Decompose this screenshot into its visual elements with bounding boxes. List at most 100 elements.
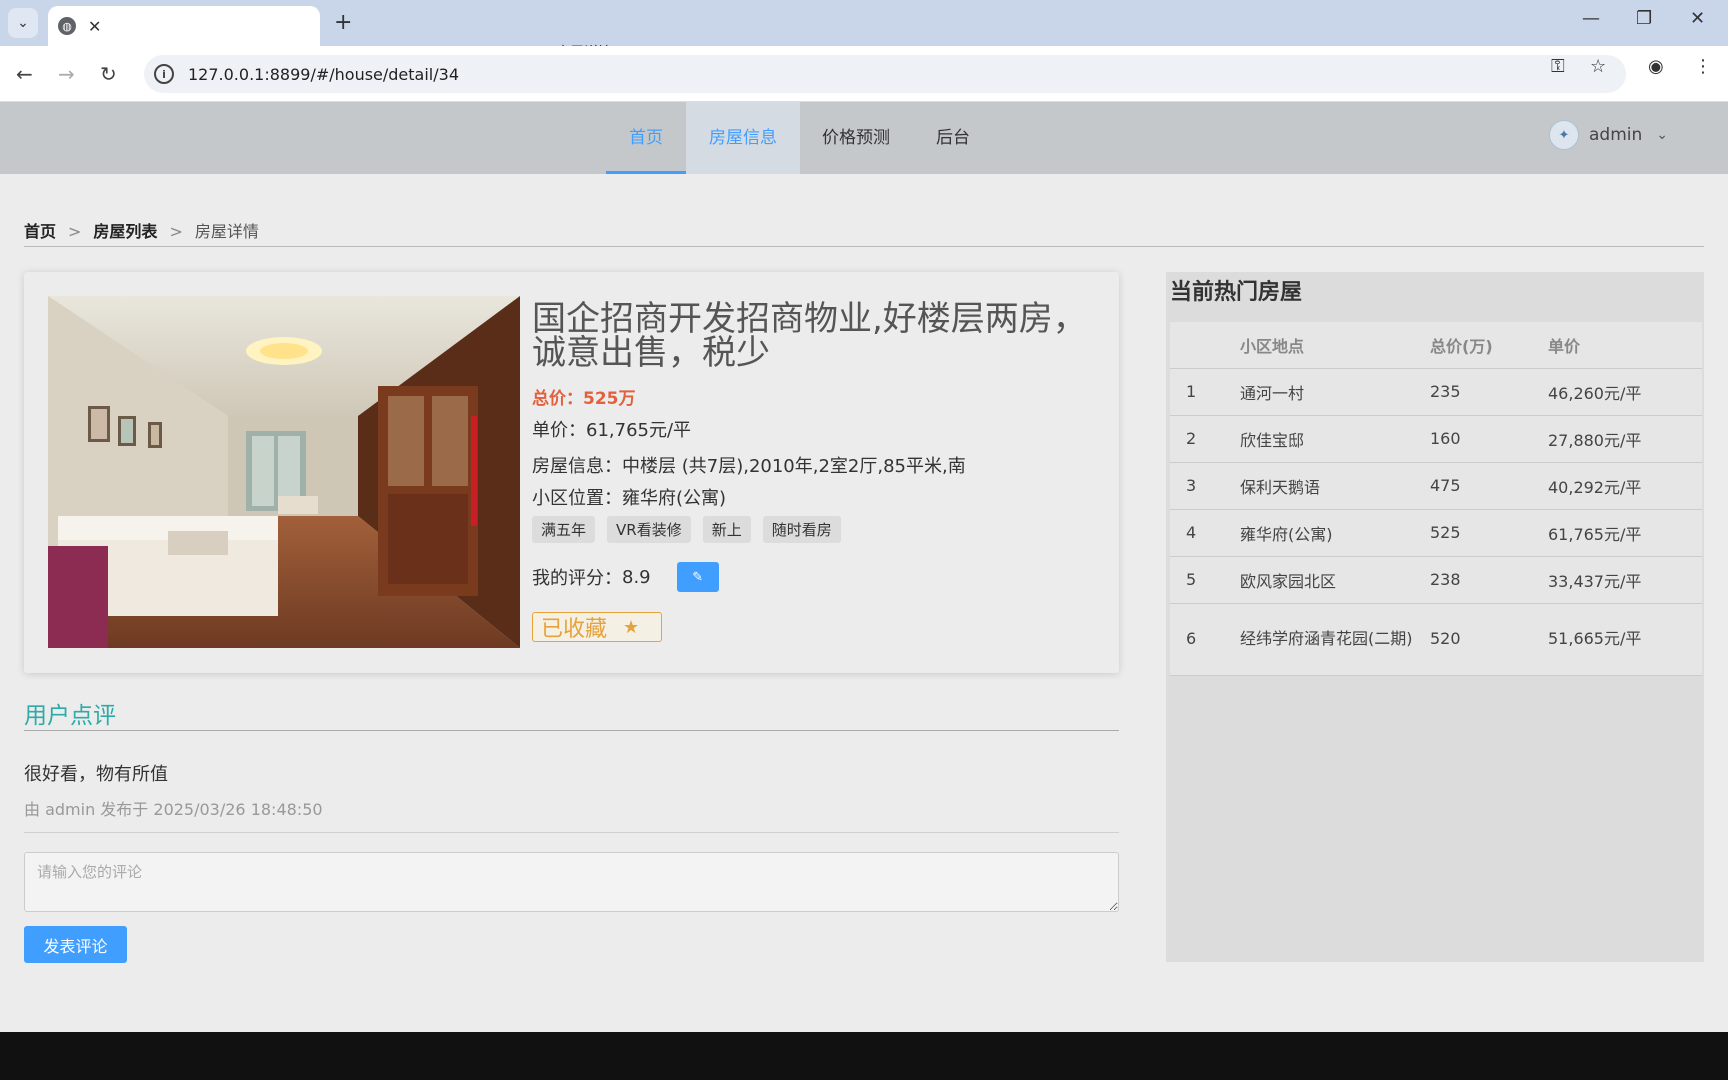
profile-icon[interactable]: ◉ xyxy=(1648,56,1664,77)
breadcrumb-current: 房屋详情 xyxy=(194,222,259,241)
comment-meta: 由 admin 发布于 2025/03/26 18:48:50 xyxy=(24,800,323,819)
nav-house-info[interactable]: 房屋信息 xyxy=(686,102,800,174)
star-bookmark-icon[interactable]: ☆ xyxy=(1590,56,1606,77)
restore-icon[interactable]: ❐ xyxy=(1636,8,1652,29)
name-cell: 欣佳宝邸 xyxy=(1240,415,1430,463)
tag: 满五年 xyxy=(532,516,596,543)
post-comment-button[interactable]: 发表评论 xyxy=(24,926,127,963)
taskbar xyxy=(0,1032,1728,1080)
my-rating: 我的评分： 8.9 ✎ xyxy=(532,562,719,592)
nav-admin[interactable]: 后台 xyxy=(912,102,994,174)
unit-price: 单价：61,765元/平 xyxy=(532,420,692,441)
name-cell: 经纬学府涵青花园(二期) xyxy=(1240,603,1430,676)
house-tags: 满五年 VR看装修 新上 随时看房 xyxy=(532,516,853,543)
chevron-down-icon: ⌄ xyxy=(1656,127,1668,143)
close-tab-icon[interactable]: ✕ xyxy=(88,17,101,36)
house-title: 国企招商开发招商物业,好楼层两房，诚意出售，税少 xyxy=(532,299,1087,373)
name-cell: 雍华府(公寓) xyxy=(1240,509,1430,557)
divider xyxy=(24,730,1119,731)
new-tab-button[interactable]: + xyxy=(334,10,352,35)
table-row[interactable]: 2 欣佳宝邸 160 27,880元/平 xyxy=(1170,415,1702,463)
close-window-icon[interactable]: ✕ xyxy=(1690,8,1705,29)
chevron-down-icon: ⌄ xyxy=(17,15,29,31)
hot-houses-table: 小区地点 总价(万) 单价 1 通河一村 235 46,260元/平 2 欣佳宝… xyxy=(1170,322,1702,676)
rank-cell: 3 xyxy=(1170,462,1240,510)
breadcrumb-separator: > xyxy=(68,222,82,241)
tab-search-button[interactable]: ⌄ xyxy=(8,8,38,38)
breadcrumb-home[interactable]: 首页 xyxy=(24,222,56,241)
unit-cell: 46,260元/平 xyxy=(1548,368,1702,416)
total-cell: 235 xyxy=(1430,368,1548,416)
globe-icon: ◍ xyxy=(58,17,76,35)
tag: 新上 xyxy=(702,516,751,543)
total-cell: 525 xyxy=(1430,509,1548,557)
name-cell: 欧风家园北区 xyxy=(1240,556,1430,604)
house-photo xyxy=(48,296,520,648)
tag: 随时看房 xyxy=(762,516,841,543)
breadcrumb: 首页 > 房屋列表 > 房屋详情 xyxy=(24,218,259,242)
column-header xyxy=(1170,322,1240,369)
favorite-button[interactable]: 已收藏 ★ xyxy=(532,612,662,642)
table-row[interactable]: 3 保利天鹅语 475 40,292元/平 xyxy=(1170,462,1702,510)
hot-houses-title: 当前热门房屋 xyxy=(1170,280,1303,305)
divider xyxy=(24,246,1704,247)
avatar: ✦ xyxy=(1548,120,1579,150)
unit-cell: 51,665元/平 xyxy=(1548,603,1702,676)
app-navbar: 首页 房屋信息 价格预测 后台 ✦ admin ⌄ xyxy=(0,102,1728,174)
column-header: 总价(万) xyxy=(1430,322,1548,369)
browser-tabstrip: ⌄ ◍ 房屋详情 ✕ + — ❐ ✕ xyxy=(0,0,1728,61)
unit-cell: 33,437元/平 xyxy=(1548,556,1702,604)
total-cell: 238 xyxy=(1430,556,1548,604)
more-menu-icon[interactable]: ⋮ xyxy=(1694,56,1712,77)
community-location: 小区位置：雍华府(公寓) xyxy=(532,488,727,509)
hot-houses-panel: 当前热门房屋 小区地点 总价(万) 单价 1 通河一村 235 46,260元/… xyxy=(1166,272,1704,962)
minimize-icon[interactable]: — xyxy=(1582,8,1600,29)
forward-icon[interactable]: → xyxy=(58,62,75,86)
rank-cell: 4 xyxy=(1170,509,1240,557)
total-cell: 475 xyxy=(1430,462,1548,510)
comment-input[interactable] xyxy=(24,852,1119,912)
table-row[interactable]: 6 经纬学府涵青花园(二期) 520 51,665元/平 xyxy=(1170,603,1702,676)
edit-rating-button[interactable]: ✎ xyxy=(676,562,719,592)
house-detail-card: 国企招商开发招商物业,好楼层两房，诚意出售，税少 总价：525万 单价：61,7… xyxy=(24,272,1119,673)
nav-price-predict[interactable]: 价格预测 xyxy=(800,102,912,174)
table-row[interactable]: 4 雍华府(公寓) 525 61,765元/平 xyxy=(1170,509,1702,557)
favorite-label: 已收藏 xyxy=(541,617,608,642)
browser-tab[interactable]: ◍ 房屋详情 ✕ xyxy=(48,6,612,61)
back-icon[interactable]: ← xyxy=(16,62,33,86)
divider xyxy=(24,832,1119,833)
total-cell: 160 xyxy=(1430,415,1548,463)
total-cell: 520 xyxy=(1430,603,1548,676)
nav-home[interactable]: 首页 xyxy=(606,102,686,174)
comments-title: 用户点评 xyxy=(24,703,116,729)
username: admin xyxy=(1588,125,1643,145)
table-row[interactable]: 1 通河一村 235 46,260元/平 xyxy=(1170,368,1702,416)
breadcrumb-list[interactable]: 房屋列表 xyxy=(93,222,157,241)
reload-icon[interactable]: ↻ xyxy=(100,62,117,86)
rank-cell: 6 xyxy=(1170,603,1240,676)
total-price: 总价：525万 xyxy=(532,389,636,409)
table-row[interactable]: 5 欧风家园北区 238 33,437元/平 xyxy=(1170,556,1702,604)
rating-label: 我的评分： xyxy=(532,568,622,589)
url-text: 127.0.0.1:8899/#/house/detail/34 xyxy=(188,64,459,84)
unit-cell: 61,765元/平 xyxy=(1548,509,1702,557)
star-icon: ★ xyxy=(623,616,640,638)
address-bar[interactable]: i 127.0.0.1:8899/#/house/detail/34 xyxy=(144,55,1626,93)
site-info-icon[interactable]: i xyxy=(154,64,174,84)
table-header: 小区地点 总价(万) 单价 xyxy=(1170,322,1702,369)
key-icon[interactable]: ⚿ xyxy=(1551,56,1565,77)
browser-toolbar: ← → ↻ i 127.0.0.1:8899/#/house/detail/34… xyxy=(0,46,1728,102)
tag: VR看装修 xyxy=(607,516,691,543)
unit-cell: 40,292元/平 xyxy=(1548,462,1702,510)
name-cell: 通河一村 xyxy=(1240,368,1430,416)
user-menu[interactable]: ✦ admin ⌄ xyxy=(1548,120,1668,150)
breadcrumb-separator: > xyxy=(169,222,183,241)
column-header: 小区地点 xyxy=(1240,322,1430,369)
column-header: 单价 xyxy=(1548,322,1702,369)
rank-cell: 1 xyxy=(1170,368,1240,416)
comment-text: 很好看，物有所值 xyxy=(24,764,168,785)
name-cell: 保利天鹅语 xyxy=(1240,462,1430,510)
rank-cell: 2 xyxy=(1170,415,1240,463)
edit-icon: ✎ xyxy=(692,569,704,585)
unit-cell: 27,880元/平 xyxy=(1548,415,1702,463)
